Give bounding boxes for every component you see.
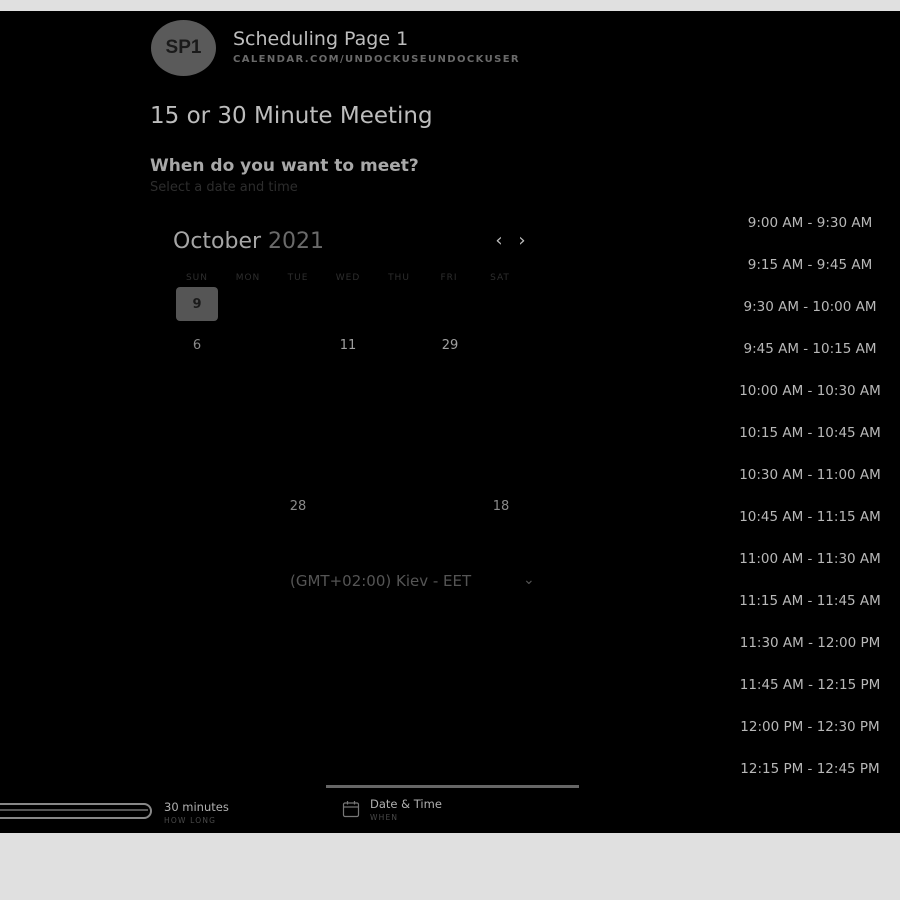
time-slot[interactable]: 10:30 AM - 11:00 AM: [730, 467, 890, 483]
weekday-sat: SAT: [490, 273, 510, 283]
calendar-icon: [342, 801, 360, 818]
meeting-subprompt: Select a date and time: [150, 180, 298, 195]
time-slot[interactable]: 12:00 PM - 12:30 PM: [730, 719, 890, 735]
calendar-day-selected[interactable]: 9: [176, 287, 218, 321]
month-label: October: [173, 229, 262, 254]
weekday-fri: FRI: [440, 273, 458, 283]
weekday-wed: WED: [335, 273, 361, 283]
duration-progress-bar: [0, 803, 152, 819]
time-slot[interactable]: 10:15 AM - 10:45 AM: [730, 425, 890, 441]
scheduling-screen: SP1 Scheduling Page 1 CALENDAR.COM/UNDOC…: [0, 11, 900, 833]
time-slot[interactable]: 10:45 AM - 11:15 AM: [730, 509, 890, 525]
weekday-sun: SUN: [185, 273, 209, 283]
weekday-thu: THU: [388, 273, 410, 283]
time-slot[interactable]: 10:00 AM - 10:30 AM: [730, 383, 890, 399]
year-label: 2021: [268, 229, 325, 254]
page-name: Scheduling Page 1: [233, 28, 409, 50]
calendar-day[interactable]: 29: [429, 328, 471, 362]
page-url: CALENDAR.COM/UNDOCKUSEUNDOCKUSER: [233, 54, 521, 65]
time-slot[interactable]: 11:15 AM - 11:45 AM: [730, 593, 890, 609]
timezone-select[interactable]: (GMT+02:00) Kiev - EET: [290, 572, 471, 590]
event-title: 15 or 30 Minute Meeting: [150, 103, 433, 129]
duration-step-sub: HOW LONG: [164, 816, 217, 825]
avatar: SP1: [151, 20, 216, 76]
meeting-prompt: When do you want to meet?: [150, 156, 419, 176]
calendar-month-title: October 2021: [173, 229, 324, 254]
calendar-day[interactable]: 18: [480, 489, 522, 523]
time-slot[interactable]: 11:30 AM - 12:00 PM: [730, 635, 890, 651]
prev-month-button[interactable]: ‹: [490, 232, 508, 250]
calendar-day[interactable]: 11: [327, 328, 369, 362]
time-slot[interactable]: 9:15 AM - 9:45 AM: [730, 257, 890, 273]
datetime-step-label[interactable]: Date & Time: [370, 797, 442, 811]
time-slot[interactable]: 12:15 PM - 12:45 PM: [730, 761, 890, 777]
calendar-day[interactable]: 28: [277, 489, 319, 523]
time-slot[interactable]: 11:00 AM - 11:30 AM: [730, 551, 890, 567]
time-slot[interactable]: 11:45 AM - 12:15 PM: [730, 677, 890, 693]
next-month-button[interactable]: ›: [513, 232, 531, 250]
time-slot[interactable]: 9:00 AM - 9:30 AM: [730, 215, 890, 231]
calendar-day[interactable]: 6: [176, 328, 218, 362]
time-slot[interactable]: 9:45 AM - 10:15 AM: [730, 341, 890, 357]
weekday-tue: TUE: [287, 273, 309, 283]
time-slot[interactable]: 9:30 AM - 10:00 AM: [730, 299, 890, 315]
chevron-down-icon[interactable]: ⌄: [523, 572, 535, 588]
weekday-mon: MON: [235, 273, 261, 283]
chevron-right-icon: ›: [518, 230, 526, 251]
datetime-step-sub: WHEN: [370, 813, 399, 822]
duration-step-label[interactable]: 30 minutes: [164, 800, 229, 814]
active-step-indicator: [326, 785, 579, 788]
chevron-left-icon: ‹: [495, 230, 503, 251]
